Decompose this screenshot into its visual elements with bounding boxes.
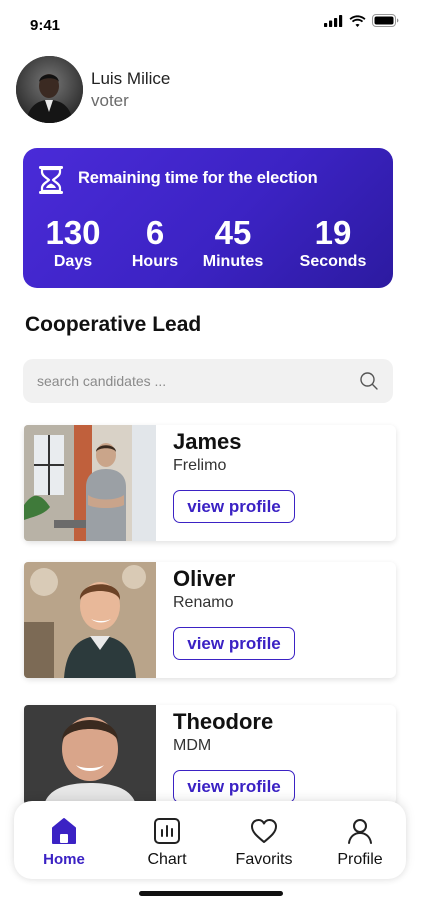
candidate-party: Renamo bbox=[173, 594, 234, 611]
wifi-icon bbox=[349, 14, 366, 27]
view-profile-button[interactable]: view profile bbox=[173, 627, 295, 660]
countdown-days-value: 130 bbox=[45, 214, 101, 251]
status-time: 9:41 bbox=[30, 17, 61, 34]
nav-item-profile[interactable]: Profile bbox=[315, 801, 405, 879]
candidate-name: Oliver bbox=[173, 566, 236, 591]
candidate-photo bbox=[24, 425, 156, 541]
nav-item-chart[interactable]: Chart bbox=[122, 801, 212, 879]
countdown-seconds: 19 Seconds bbox=[293, 216, 373, 272]
countdown-days-label: Days bbox=[53, 253, 93, 270]
nav-label-profile: Profile bbox=[337, 851, 383, 868]
countdown-hours: 6 Hours bbox=[123, 216, 187, 272]
countdown-minutes: 45 Minutes bbox=[197, 216, 269, 272]
candidate-card: Theodore MDM view profile bbox=[24, 705, 396, 805]
countdown-minutes-label: Minutes bbox=[202, 253, 264, 270]
battery-icon bbox=[372, 14, 399, 27]
search-icon[interactable] bbox=[359, 371, 379, 391]
bottom-nav: Home Chart Favorits Profile bbox=[14, 801, 406, 879]
nav-item-favorites[interactable]: Favorits bbox=[219, 801, 309, 879]
cellular-signal-icon bbox=[324, 14, 343, 27]
candidate-name: James bbox=[173, 429, 242, 454]
section-title: Cooperative Lead bbox=[25, 313, 202, 336]
nav-item-home[interactable]: Home bbox=[19, 801, 109, 879]
search-input[interactable] bbox=[23, 359, 343, 403]
view-profile-button[interactable]: view profile bbox=[173, 490, 295, 523]
user-icon bbox=[348, 819, 372, 844]
candidate-party: Frelimo bbox=[173, 457, 227, 474]
election-countdown-card: Remaining time for the election 130 Days… bbox=[23, 148, 393, 288]
home-icon bbox=[52, 818, 76, 844]
hourglass-icon bbox=[39, 166, 63, 194]
heart-icon bbox=[251, 819, 277, 843]
candidate-card: Oliver Renamo view profile bbox=[24, 562, 396, 678]
candidate-card: James Frelimo view profile bbox=[24, 425, 396, 541]
status-icons bbox=[324, 14, 399, 27]
countdown-hours-label: Hours bbox=[131, 253, 179, 270]
home-indicator bbox=[139, 891, 283, 896]
candidate-photo bbox=[24, 705, 156, 805]
user-role: voter bbox=[91, 90, 129, 110]
profile-header: Luis Milice voter bbox=[16, 56, 170, 123]
countdown-hours-value: 6 bbox=[145, 214, 165, 251]
countdown-minutes-value: 45 bbox=[214, 214, 252, 251]
countdown-title: Remaining time for the election bbox=[78, 169, 318, 187]
status-bar: 9:41 bbox=[0, 0, 421, 52]
nav-label-home: Home bbox=[43, 851, 85, 868]
candidate-name: Theodore bbox=[173, 709, 274, 734]
nav-label-favorites: Favorits bbox=[235, 851, 293, 868]
candidate-photo bbox=[24, 562, 156, 678]
nav-label-chart: Chart bbox=[147, 851, 187, 868]
view-profile-button[interactable]: view profile bbox=[173, 770, 295, 803]
countdown-days: 130 Days bbox=[39, 216, 107, 272]
candidate-party: MDM bbox=[173, 737, 212, 754]
chart-icon bbox=[154, 818, 180, 844]
countdown-seconds-label: Seconds bbox=[299, 253, 367, 270]
search-bar bbox=[23, 359, 393, 403]
avatar[interactable] bbox=[16, 56, 83, 123]
user-name: Luis Milice bbox=[91, 68, 171, 88]
countdown-seconds-value: 19 bbox=[314, 214, 352, 251]
